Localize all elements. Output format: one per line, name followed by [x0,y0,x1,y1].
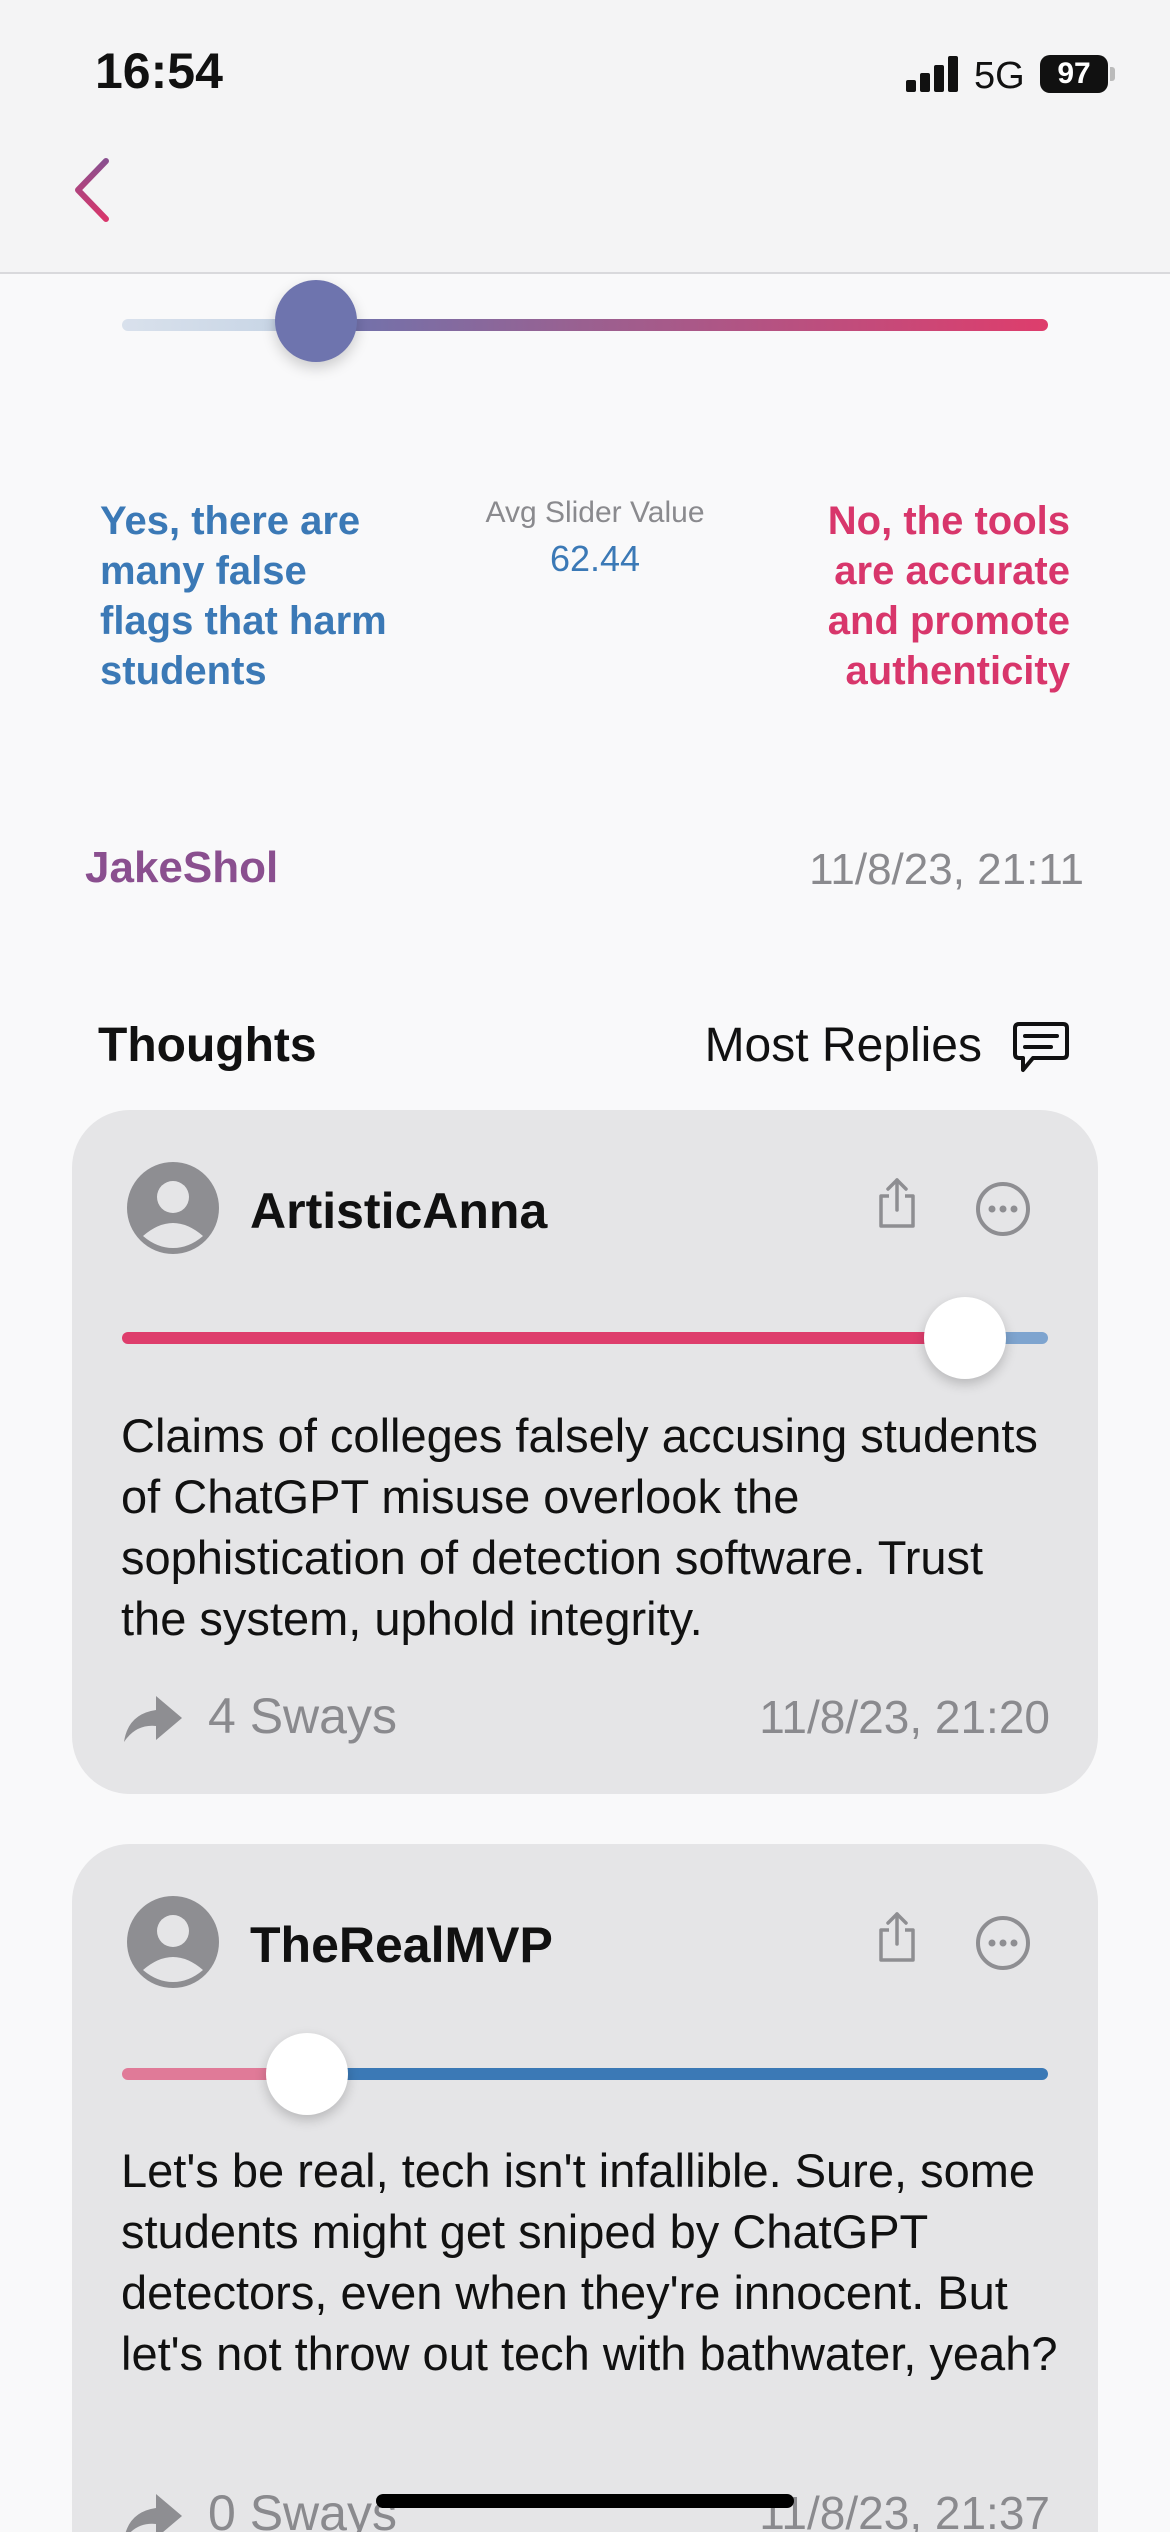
forward-arrow-icon[interactable] [122,2490,184,2532]
thought-card[interactable]: TheRealMVP Let's be real, tech isn't inf… [72,1844,1098,2532]
poll-slider[interactable] [122,280,1048,362]
battery-tip [1110,67,1115,81]
thoughts-heading: Thoughts [98,1019,317,1072]
poll-slider-track [122,319,1048,331]
thought-date: 11/8/23, 21:37 [759,2487,1050,2532]
more-options-icon[interactable] [975,1915,1031,1971]
home-indicator[interactable] [376,2494,794,2508]
speech-bubble-icon[interactable] [1011,1020,1071,1076]
forward-arrow-icon[interactable] [122,1692,184,1744]
thought-slider-knob[interactable] [266,2033,349,2115]
thought-slider-track [122,1332,1048,1344]
battery-icon: 97 [1040,55,1108,93]
avg-slider-value: 62.44 [549,538,641,579]
thought-username[interactable]: TheRealMVP [250,1916,553,1974]
thought-text: Let's be real, tech isn't infallible. Su… [121,2144,1058,2380]
signal-icon [906,56,960,92]
network-type: 5G [974,55,1025,97]
poll-date: 11/8/23, 21:11 [809,845,1084,894]
avg-slider-label: Avg Slider Value [485,496,705,529]
share-icon[interactable] [875,1910,919,1964]
share-icon[interactable] [875,1176,919,1230]
left-option-label: Yes, there are many false flags that har… [100,499,387,693]
thought-slider-track [122,2068,1048,2080]
sort-selector[interactable]: Most Replies [705,1018,982,1073]
sways-count[interactable]: 4 Sways [208,1687,397,1745]
avatar-icon[interactable] [127,1162,219,1254]
thought-date: 11/8/23, 21:20 [759,1691,1050,1743]
avatar-icon[interactable] [127,1896,219,1988]
thought-card[interactable]: ArtisticAnna Claims of colleges falsely … [72,1110,1098,1794]
poll-author[interactable]: JakeShol [85,843,278,893]
navigation-bar: 16:54 5G 97 [0,0,1170,274]
status-time: 16:54 [95,43,223,99]
thought-username[interactable]: ArtisticAnna [250,1182,547,1240]
thought-slider[interactable] [122,2033,1048,2115]
right-option-label: No, the tools are accurate and promote a… [827,499,1070,693]
more-options-icon[interactable] [975,1181,1031,1237]
back-chevron-icon[interactable] [68,155,118,225]
sways-count[interactable]: 0 Sways [208,2484,397,2532]
poll-detail-screen: 16:54 5G 97 Yes, there are many false fl… [0,0,1170,2532]
thought-slider-knob[interactable] [923,1297,1006,1379]
thought-slider[interactable] [122,1297,1048,1379]
poll-slider-knob[interactable] [275,280,358,362]
thought-text: Claims of colleges falsely accusing stud… [121,1409,1038,1645]
